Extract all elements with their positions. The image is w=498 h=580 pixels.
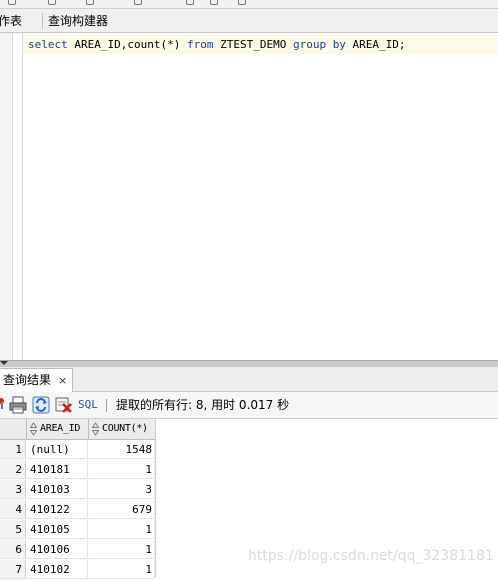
toolbar-icon[interactable] — [86, 0, 94, 5]
results-tab-bar: 查询结果 × — [0, 367, 498, 392]
editor-gutter — [0, 33, 13, 360]
table-row[interactable]: 4 410122 679 — [0, 500, 156, 520]
fetch-status-text: 提取的所有行: 8, 用时 0.017 秒 — [116, 398, 290, 412]
cell-area-id[interactable]: 410103 — [27, 480, 88, 499]
refresh-icon[interactable] — [32, 396, 50, 414]
print-icon[interactable] — [9, 396, 27, 414]
fold-margin — [22, 33, 23, 360]
cell-count[interactable]: 1 — [89, 560, 155, 579]
cell-count[interactable]: 679 — [89, 500, 155, 519]
toolbar-icon[interactable] — [134, 0, 142, 5]
sql-text: AREA_ID; — [345, 38, 406, 51]
cell-count[interactable]: 1 — [89, 460, 155, 479]
cell-count[interactable]: 1 — [89, 520, 155, 539]
toolbar-icon[interactable] — [48, 0, 56, 5]
cell-area-id[interactable]: 410102 — [27, 560, 88, 579]
top-toolbar-strip — [0, 0, 498, 9]
row-number-header — [0, 419, 27, 440]
table-row[interactable]: 3 410103 3 — [0, 480, 156, 500]
table-row[interactable]: 6 410106 1 — [0, 540, 156, 560]
cell-count[interactable]: 3 — [89, 480, 155, 499]
row-number: 2 — [0, 460, 26, 479]
table-row[interactable]: 5 410105 1 — [0, 520, 156, 540]
cell-area-id[interactable]: 410105 — [27, 520, 88, 539]
toolbar-icon[interactable] — [238, 0, 246, 5]
table-row[interactable]: 1 (null) 1548 — [0, 440, 156, 460]
tab-worksheet[interactable]: 作表 — [0, 12, 22, 31]
clear-icon[interactable] — [55, 396, 73, 414]
cell-count[interactable]: 1548 — [89, 440, 155, 459]
pin-stem — [1, 402, 3, 409]
sql-statement[interactable]: select AREA_ID,count(*) from ZTEST_DEMO … — [28, 35, 406, 54]
row-number: 5 — [0, 520, 26, 539]
editor-tab-bar: 作表 查询构建器 — [0, 9, 498, 33]
column-header-count[interactable]: COUNT(*) — [89, 419, 156, 440]
toolbar-icon[interactable] — [8, 0, 16, 5]
toolbar-icon[interactable] — [210, 0, 218, 5]
watermark: https://blog.csdn.net/qq_32381181 — [248, 548, 494, 564]
row-number: 4 — [0, 500, 26, 519]
cell-count[interactable]: 1 — [89, 540, 155, 559]
tab-query-results[interactable]: 查询结果 × — [0, 368, 73, 392]
sql-text: AREA_ID,count(*) — [67, 38, 187, 51]
sql-editor[interactable]: select AREA_ID,count(*) from ZTEST_DEMO … — [0, 33, 498, 360]
sql-button[interactable]: SQL — [78, 396, 98, 414]
tab-divider — [42, 13, 43, 29]
panel-splitter[interactable] — [0, 360, 498, 367]
column-header-label: AREA_ID — [40, 423, 81, 434]
sort-icon[interactable] — [92, 422, 99, 436]
sort-icon[interactable] — [30, 422, 37, 436]
results-toolbar: SQL 提取的所有行: 8, 用时 0.017 秒 — [0, 392, 498, 419]
toolbar-separator — [106, 399, 107, 412]
row-number: 3 — [0, 480, 26, 499]
sql-keyword: group by — [292, 38, 346, 51]
sql-text: ZTEST_DEMO — [213, 38, 293, 51]
tab-query-builder[interactable]: 查询构建器 — [48, 12, 108, 31]
table-row[interactable]: 2 410181 1 — [0, 460, 156, 480]
toolbar-icon[interactable] — [186, 0, 194, 5]
table-row[interactable]: 7 410102 1 — [0, 560, 156, 580]
row-number: 6 — [0, 540, 26, 559]
column-header-area-id[interactable]: AREA_ID — [27, 419, 89, 440]
row-number: 7 — [0, 560, 26, 579]
cell-area-id[interactable]: 410122 — [27, 500, 88, 519]
cell-area-id[interactable]: 410181 — [27, 460, 88, 479]
cell-area-id[interactable]: 410106 — [27, 540, 88, 559]
results-tab-label: 查询结果 — [3, 373, 52, 387]
row-number: 1 — [0, 440, 26, 459]
close-icon[interactable]: × — [58, 372, 67, 389]
sql-keyword: from — [186, 38, 214, 51]
sql-keyword: select — [28, 38, 68, 51]
column-header-label: COUNT(*) — [102, 423, 148, 434]
collapse-arrow-icon[interactable] — [0, 361, 8, 365]
cell-area-id[interactable]: (null) — [27, 440, 88, 459]
